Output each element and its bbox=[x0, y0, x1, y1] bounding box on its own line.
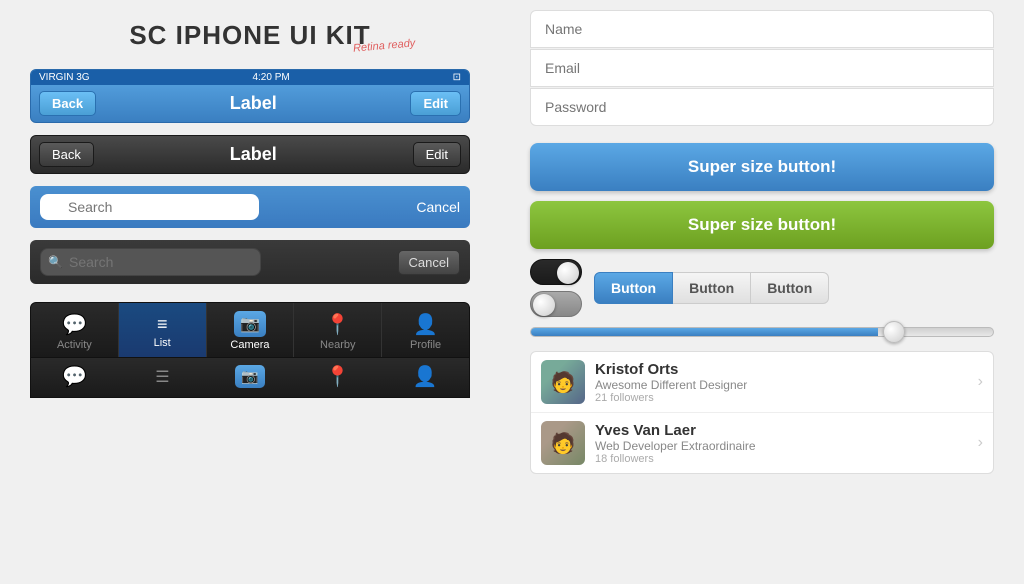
tab-bottom-profile[interactable]: 👤 bbox=[381, 358, 469, 397]
tab-bottom-list[interactable]: ☰ bbox=[119, 358, 207, 397]
toggle-off[interactable] bbox=[530, 291, 582, 317]
blue-search-bar: 🔍 Cancel bbox=[30, 186, 470, 228]
search-input-blue[interactable] bbox=[40, 194, 259, 220]
user-info-yves: Yves Van Laer Web Developer Extraordinai… bbox=[595, 422, 978, 465]
progress-row bbox=[530, 327, 994, 337]
name-field[interactable] bbox=[530, 10, 994, 48]
user-desc-kristof: Awesome Different Designer bbox=[595, 378, 978, 392]
tab-list-label: List bbox=[154, 337, 171, 349]
status-bar: VIRGIN 3G 4:20 PM ⊡ bbox=[31, 70, 469, 85]
bottom-list-icon: ☰ bbox=[155, 367, 169, 387]
controls-row: Button Button Button bbox=[530, 259, 994, 317]
tab-nearby-label: Nearby bbox=[320, 339, 355, 351]
user-info-kristof: Kristof Orts Awesome Different Designer … bbox=[595, 361, 978, 404]
password-field[interactable] bbox=[530, 88, 994, 126]
tab-nearby[interactable]: 📍 Nearby bbox=[294, 303, 382, 357]
avatar-y-placeholder: 🧑 bbox=[541, 421, 585, 465]
left-panel: SC IPHONE UI KIT Retina ready VIRGIN 3G … bbox=[0, 0, 500, 584]
tab-activity[interactable]: 💬 Activity bbox=[31, 303, 119, 357]
dark-edit-button[interactable]: Edit bbox=[413, 142, 461, 167]
toggle-on[interactable] bbox=[530, 259, 582, 285]
search-input-dark[interactable] bbox=[40, 248, 261, 276]
blue-nav-title: Label bbox=[230, 93, 277, 114]
bottom-camera-icon: 📷 bbox=[235, 365, 264, 388]
user-row-kristof[interactable]: 🧑 Kristof Orts Awesome Different Designe… bbox=[531, 352, 993, 413]
progress-track[interactable] bbox=[530, 327, 994, 337]
dark-navbar: Back Label Edit bbox=[30, 135, 470, 174]
super-blue-button[interactable]: Super size button! bbox=[530, 143, 994, 191]
search-wrap-dark: 🔍 bbox=[40, 248, 390, 276]
chevron-right-yves: › bbox=[978, 434, 983, 452]
toggles-col bbox=[530, 259, 582, 317]
signal-text: VIRGIN 3G bbox=[39, 72, 90, 83]
search-wrap-blue: 🔍 bbox=[40, 194, 408, 220]
tab-profile-label: Profile bbox=[410, 339, 441, 351]
segmented-buttons: Button Button Button bbox=[594, 272, 829, 304]
seg-button-2[interactable]: Button bbox=[673, 272, 751, 304]
avatar-k-placeholder: 🧑 bbox=[541, 360, 585, 404]
user-name-kristof: Kristof Orts bbox=[595, 361, 978, 378]
bottom-activity-icon: 💬 bbox=[62, 364, 87, 389]
blue-navbar: VIRGIN 3G 4:20 PM ⊡ Back Label Edit bbox=[30, 69, 470, 123]
tab-activity-label: Activity bbox=[57, 339, 92, 351]
tab-bottom-camera[interactable]: 📷 bbox=[206, 358, 294, 397]
time-text: 4:20 PM bbox=[252, 72, 289, 83]
tab-bottom-activity[interactable]: 💬 bbox=[31, 358, 119, 397]
user-desc-yves: Web Developer Extraordinaire bbox=[595, 439, 978, 453]
tab-profile[interactable]: 👤 Profile bbox=[382, 303, 469, 357]
avatar-yves: 🧑 bbox=[541, 421, 585, 465]
user-followers-kristof: 21 followers bbox=[595, 392, 978, 404]
camera-icon: 📷 bbox=[234, 311, 266, 337]
seg-button-1[interactable]: Button bbox=[594, 272, 673, 304]
user-name-yves: Yves Van Laer bbox=[595, 422, 978, 439]
user-row-yves[interactable]: 🧑 Yves Van Laer Web Developer Extraordin… bbox=[531, 413, 993, 473]
battery-icon: ⊡ bbox=[453, 72, 461, 83]
super-green-button[interactable]: Super size button! bbox=[530, 201, 994, 249]
kit-title-area: SC IPHONE UI KIT Retina ready bbox=[30, 20, 470, 51]
user-list: 🧑 Kristof Orts Awesome Different Designe… bbox=[530, 351, 994, 474]
email-field[interactable] bbox=[530, 49, 994, 87]
tab-camera[interactable]: 📷 Camera bbox=[207, 303, 295, 357]
cancel-button-blue[interactable]: Cancel bbox=[416, 199, 460, 215]
user-followers-yves: 18 followers bbox=[595, 453, 978, 465]
tab-bottom-nearby[interactable]: 📍 bbox=[294, 358, 382, 397]
activity-icon: 💬 bbox=[62, 312, 87, 337]
search-icon-dark: 🔍 bbox=[48, 255, 63, 269]
list-icon: ≡ bbox=[157, 314, 168, 335]
profile-icon: 👤 bbox=[413, 312, 438, 337]
avatar-kristof: 🧑 bbox=[541, 360, 585, 404]
dark-search-bar: 🔍 Cancel bbox=[30, 240, 470, 284]
form-fields bbox=[530, 10, 994, 127]
blue-back-button[interactable]: Back bbox=[39, 91, 96, 116]
nearby-icon: 📍 bbox=[325, 312, 350, 337]
dark-back-button[interactable]: Back bbox=[39, 142, 94, 167]
progress-thumb[interactable] bbox=[883, 321, 905, 343]
dark-nav-title: Label bbox=[230, 144, 277, 165]
bottom-nearby-icon: 📍 bbox=[325, 364, 350, 389]
bottom-profile-icon: 👤 bbox=[413, 364, 438, 389]
right-panel: Super size button! Super size button! Bu… bbox=[500, 0, 1024, 584]
cancel-button-dark[interactable]: Cancel bbox=[398, 250, 460, 275]
tab-camera-label: Camera bbox=[230, 339, 269, 351]
blue-edit-button[interactable]: Edit bbox=[410, 91, 461, 116]
progress-fill bbox=[531, 328, 878, 336]
tab-bar-bottom: 💬 ☰ 📷 📍 👤 bbox=[30, 358, 470, 398]
tab-bar: 💬 Activity ≡ List 📷 Camera 📍 Nearby 👤 Pr… bbox=[30, 302, 470, 358]
seg-button-3[interactable]: Button bbox=[751, 272, 829, 304]
chevron-right-kristof: › bbox=[978, 373, 983, 391]
tab-list[interactable]: ≡ List bbox=[119, 303, 207, 357]
